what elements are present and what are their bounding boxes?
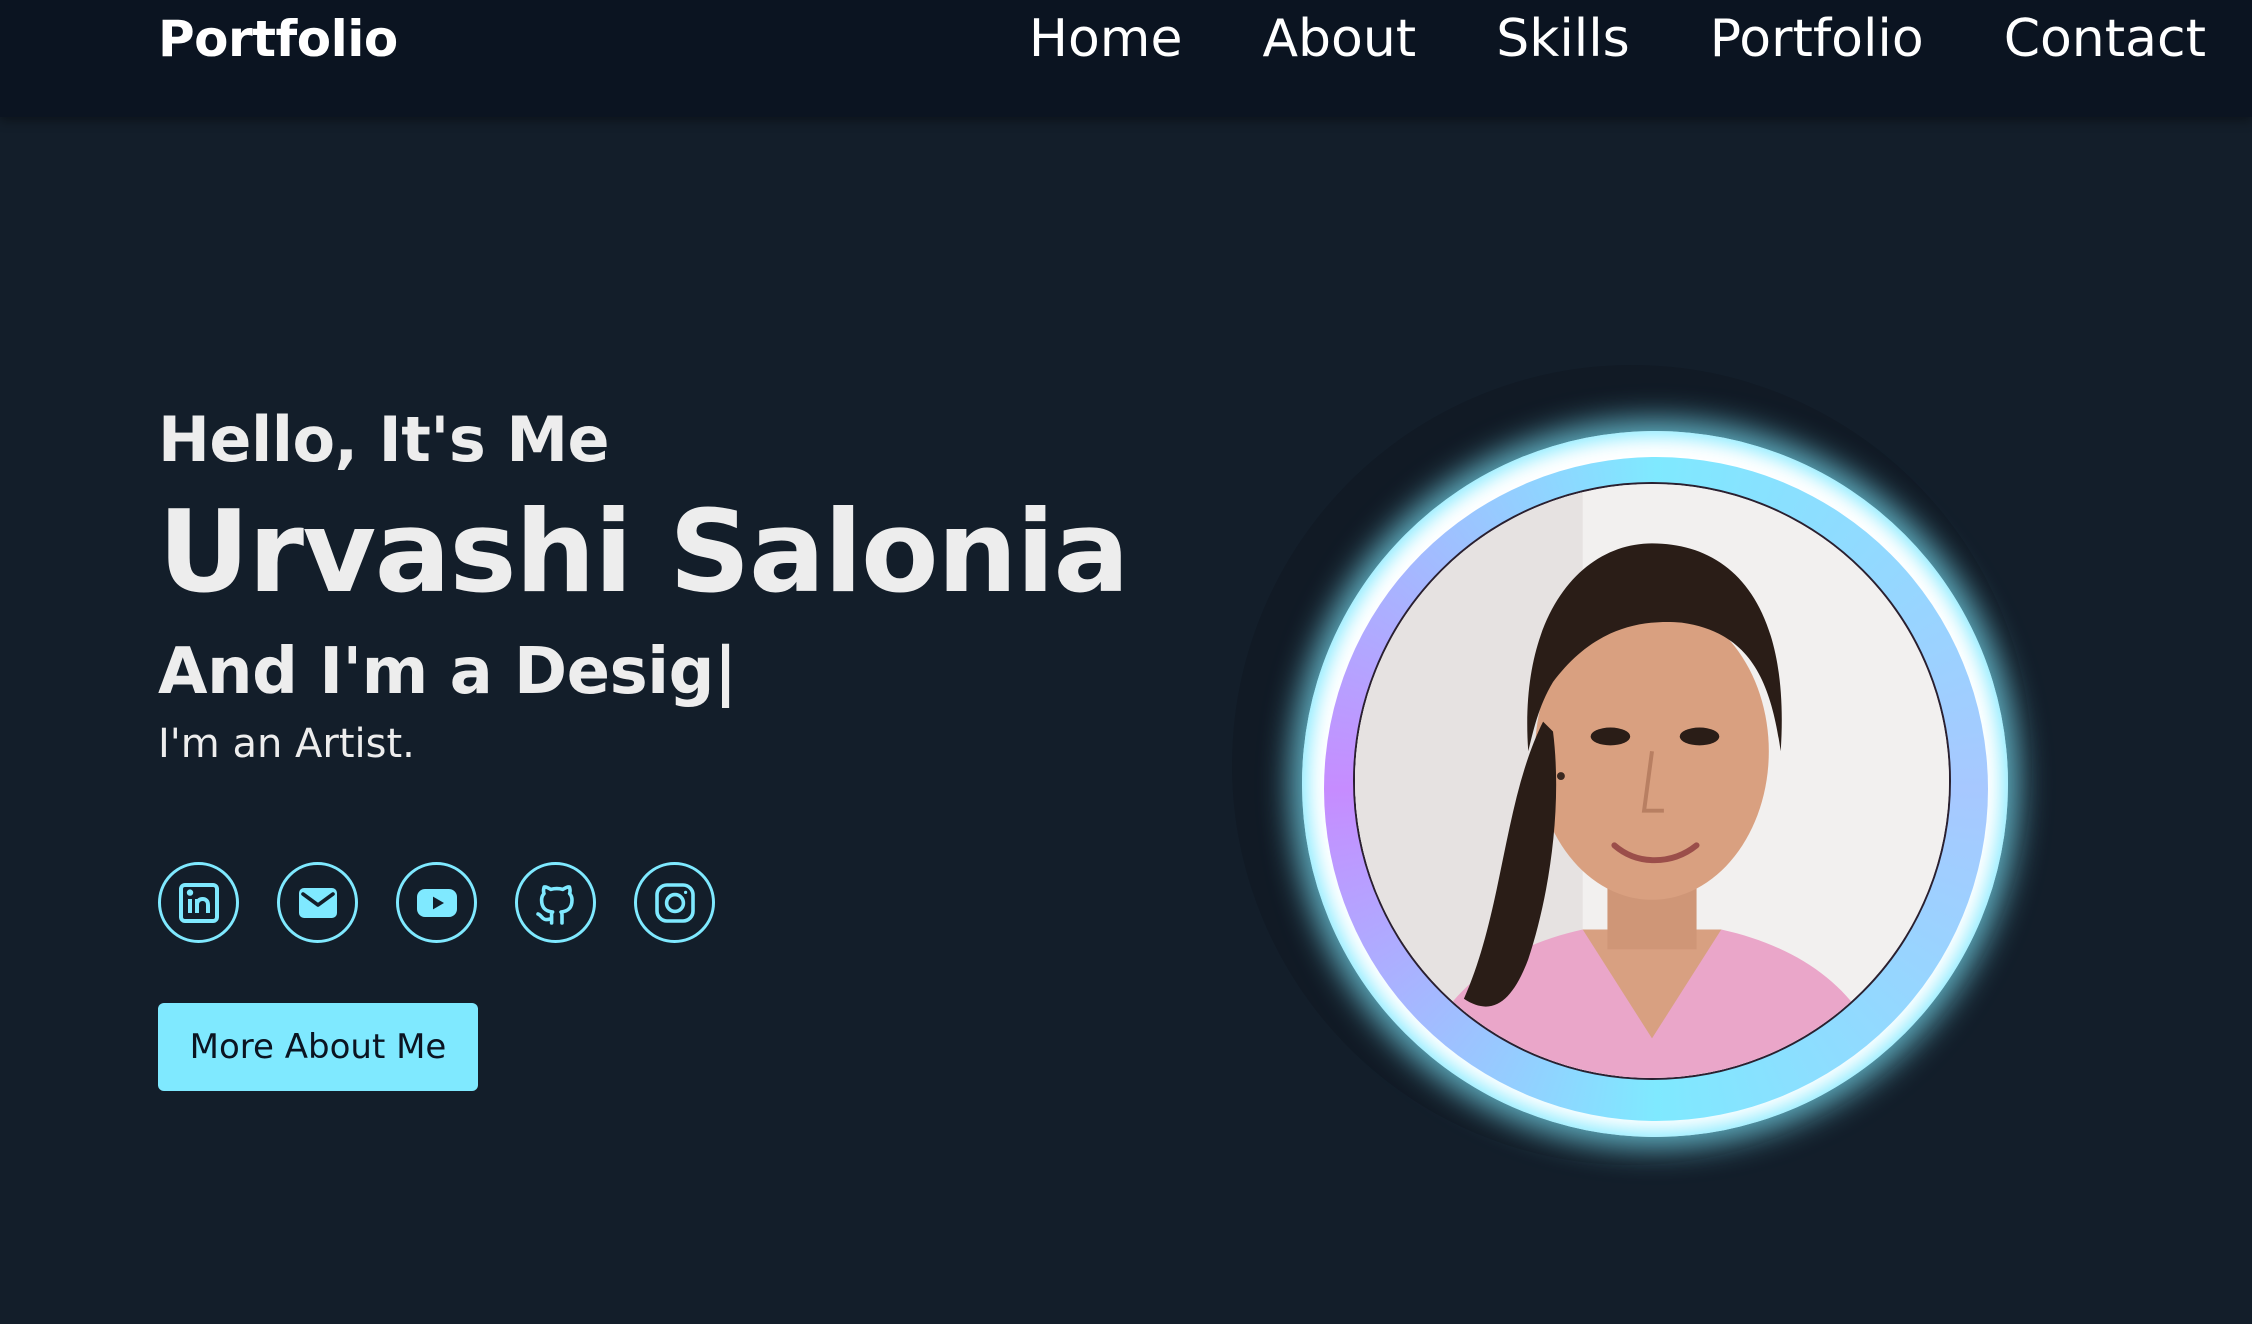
hero-role: And I'm a Desig| <box>158 632 1158 712</box>
youtube-link[interactable] <box>396 862 477 943</box>
profile-photo-illustration <box>1355 484 1949 1078</box>
instagram-icon <box>654 882 695 923</box>
navbar: Portfolio Home About Skills Portfolio Co… <box>0 0 2252 117</box>
github-link[interactable] <box>515 862 596 943</box>
linkedin-icon <box>178 882 219 923</box>
nav-link-skills[interactable]: Skills <box>1496 8 1630 70</box>
youtube-icon <box>416 888 457 917</box>
email-link[interactable] <box>277 862 358 943</box>
nav-link-contact[interactable]: Contact <box>2004 8 2206 70</box>
nav-links: Home About Skills Portfolio Contact <box>1029 8 2206 70</box>
nav-link-about[interactable]: About <box>1262 8 1416 70</box>
nav-link-home[interactable]: Home <box>1029 8 1183 70</box>
site-logo[interactable]: Portfolio <box>158 8 398 70</box>
hero-greeting: Hello, It's Me <box>158 403 610 476</box>
instagram-link[interactable] <box>634 862 715 943</box>
hero-name: Urvashi Salonia <box>158 486 1130 618</box>
hero-subline: I'm an Artist. <box>158 721 415 767</box>
social-links <box>158 862 715 943</box>
linkedin-link[interactable] <box>158 862 239 943</box>
github-icon <box>535 884 574 925</box>
nav-link-portfolio[interactable]: Portfolio <box>1710 8 1924 70</box>
profile-photo-frame <box>1232 365 2032 1165</box>
email-icon <box>298 887 337 918</box>
hero-role-text: And I'm a Desig <box>158 635 714 709</box>
more-about-me-button[interactable]: More About Me <box>158 1003 478 1091</box>
hero-text: Hello, It's Me Urvashi Salonia And I'm a… <box>158 400 1158 770</box>
typing-cursor: | <box>713 635 737 709</box>
profile-photo <box>1353 482 1951 1080</box>
